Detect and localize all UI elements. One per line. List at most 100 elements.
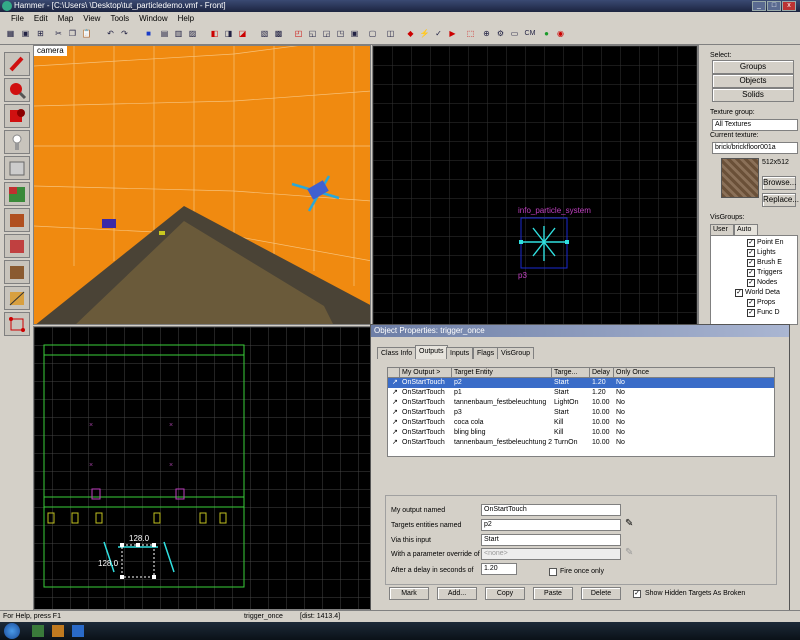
via-input-select[interactable]: Start (481, 534, 621, 546)
cm-icon[interactable]: CM (522, 27, 538, 41)
header-only-once[interactable]: Only Once (614, 368, 774, 378)
vis-checkbox-4[interactable]: ✓ (747, 269, 755, 277)
vis-checkbox-5[interactable]: ✓ (747, 279, 755, 287)
toggle-1-icon[interactable]: ▧ (258, 27, 271, 41)
parameter-select[interactable]: <none> (481, 548, 621, 560)
check-map-icon[interactable]: ✓ (432, 27, 445, 41)
undo-icon[interactable]: ↶ (104, 27, 117, 41)
target-icon[interactable]: ⊕ (480, 27, 493, 41)
vis-checkbox-8[interactable]: ✓ (747, 309, 755, 317)
menu-edit[interactable]: Edit (29, 12, 53, 25)
table-row[interactable]: ↗ OnStartTouch bling bling Kill 10.00 No (388, 428, 774, 438)
mark-button[interactable]: Mark (389, 587, 429, 600)
clip-tool-icon[interactable] (4, 286, 30, 310)
magnify-tool-icon[interactable] (4, 78, 30, 102)
browse-button[interactable]: Browse... (762, 176, 796, 190)
front-view[interactable]: info_particle_system p3 (372, 45, 698, 325)
tab-class-info[interactable]: Class Info (377, 347, 417, 359)
toggle-5-icon[interactable]: ◲ (320, 27, 333, 41)
vis-item-func-detail[interactable]: Func D (757, 308, 780, 318)
replace-button[interactable]: Replace... (762, 193, 799, 207)
vis-item-point-entities[interactable]: Point En (757, 238, 783, 248)
menu-map[interactable]: Map (53, 12, 79, 25)
texture-lock-icon[interactable]: ◧ (208, 27, 221, 41)
taskbar-browser-icon[interactable] (72, 625, 84, 637)
tab-visgroup[interactable]: VisGroup (497, 347, 535, 359)
model-icon[interactable]: ⬚ (464, 27, 477, 41)
copy-button[interactable]: Copy (485, 587, 525, 600)
header-delay[interactable]: Delay (590, 368, 614, 378)
toggle-6-icon[interactable]: ◳ (334, 27, 347, 41)
table-row[interactable]: ↗ OnStartTouch coca cola Kill 10.00 No (388, 418, 774, 428)
vis-checkbox-6[interactable]: ✓ (735, 289, 743, 297)
show-hidden-checkbox[interactable]: ✓ (633, 590, 641, 598)
grid-larger-icon[interactable]: ⊞ (34, 27, 47, 41)
start-button-icon[interactable] (4, 623, 20, 639)
targets-select[interactable]: p2 (481, 519, 621, 531)
header-my-output[interactable]: My Output > (400, 368, 452, 378)
table-row[interactable]: ↗ OnStartTouch p3 Start 10.00 No (388, 408, 774, 418)
vis-checkbox-2[interactable]: ✓ (747, 249, 755, 257)
cut-icon[interactable]: ✂ (52, 27, 65, 41)
select-objects-button[interactable]: Objects (712, 74, 794, 88)
entity-report-icon[interactable]: ⚡ (418, 27, 431, 41)
toggle-3-icon[interactable]: ◰ (292, 27, 305, 41)
draw-icon[interactable]: ◉ (554, 27, 567, 41)
menu-help[interactable]: Help (173, 12, 199, 25)
paste-icon[interactable]: 📋 (80, 27, 93, 41)
parameter-eyedropper-icon[interactable]: ✎ (625, 546, 641, 560)
selection-tool-icon[interactable] (4, 52, 30, 76)
run-map-icon[interactable]: ▶ (446, 27, 459, 41)
vertex-tool-icon[interactable] (4, 312, 30, 336)
tab-outputs[interactable]: Outputs (415, 345, 448, 359)
entity-tool-icon[interactable] (4, 130, 30, 154)
vis-checkbox-1[interactable]: ✓ (747, 239, 755, 247)
toggle-8-icon[interactable]: ▢ (366, 27, 379, 41)
header-target-input[interactable]: Targe... (552, 368, 590, 378)
texture-tool-icon[interactable] (4, 182, 30, 206)
header-target-entity[interactable]: Target Entity (452, 368, 552, 378)
toggle-2-icon[interactable]: ▩ (272, 27, 285, 41)
texture-group-select[interactable]: All Textures (712, 119, 798, 131)
group-icon[interactable]: ▤ (158, 27, 171, 41)
vis-checkbox-7[interactable]: ✓ (747, 299, 755, 307)
my-output-select[interactable]: OnStartTouch (481, 504, 621, 516)
vis-item-props[interactable]: Props (757, 298, 775, 308)
table-row[interactable]: ↗ OnStartTouch p1 Start 1.20 No (388, 388, 774, 398)
close-button[interactable]: x (782, 1, 796, 11)
menu-file[interactable]: File (6, 12, 29, 25)
select-groups-button[interactable]: Groups (712, 60, 794, 74)
overlay-tool-icon[interactable] (4, 260, 30, 284)
menu-window[interactable]: Window (134, 12, 172, 25)
vis-item-brush-entities[interactable]: Brush E (757, 258, 782, 268)
show-selection-icon[interactable]: ◨ (222, 27, 235, 41)
delay-input[interactable]: 1.20 (481, 563, 517, 575)
camera-view[interactable]: camera (33, 45, 371, 325)
taskbar-app-icon[interactable] (32, 625, 44, 637)
taskbar-folder-icon[interactable] (52, 625, 64, 637)
toggle-9-icon[interactable]: ◫ (384, 27, 397, 41)
add-button[interactable]: Add... (437, 587, 477, 600)
menu-view[interactable]: View (78, 12, 105, 25)
eyedropper-icon[interactable]: ✎ (625, 517, 641, 531)
menu-tools[interactable]: Tools (105, 12, 134, 25)
delete-button[interactable]: Delete (581, 587, 621, 600)
display-icon[interactable]: ▭ (508, 27, 521, 41)
minimize-button[interactable]: _ (752, 1, 766, 11)
table-row[interactable]: ↗ OnStartTouch tannenbaum_festbeleuchtun… (388, 398, 774, 408)
visgroups-tab-user[interactable]: User (710, 224, 734, 235)
vis-item-triggers[interactable]: Triggers (757, 268, 782, 278)
carve-icon[interactable]: ■ (142, 27, 155, 41)
visgroups-tab-auto[interactable]: Auto (734, 224, 758, 235)
tab-inputs[interactable]: Inputs (446, 347, 474, 359)
compile-icon[interactable]: ◆ (404, 27, 417, 41)
select-solids-button[interactable]: Solids (712, 88, 794, 102)
front-view-scrollbar[interactable] (698, 45, 706, 325)
grid-toggle-icon[interactable]: ▦ (4, 27, 17, 41)
vis-item-nodes[interactable]: Nodes (757, 278, 777, 288)
table-row[interactable]: ↗ OnStartTouch tannenbaum_festbeleuchtun… (388, 438, 774, 448)
hide-icon[interactable]: ▨ (186, 27, 199, 41)
vis-checkbox-3[interactable]: ✓ (747, 259, 755, 267)
copy-icon[interactable]: ❐ (66, 27, 79, 41)
apply-texture-icon[interactable] (4, 208, 30, 232)
